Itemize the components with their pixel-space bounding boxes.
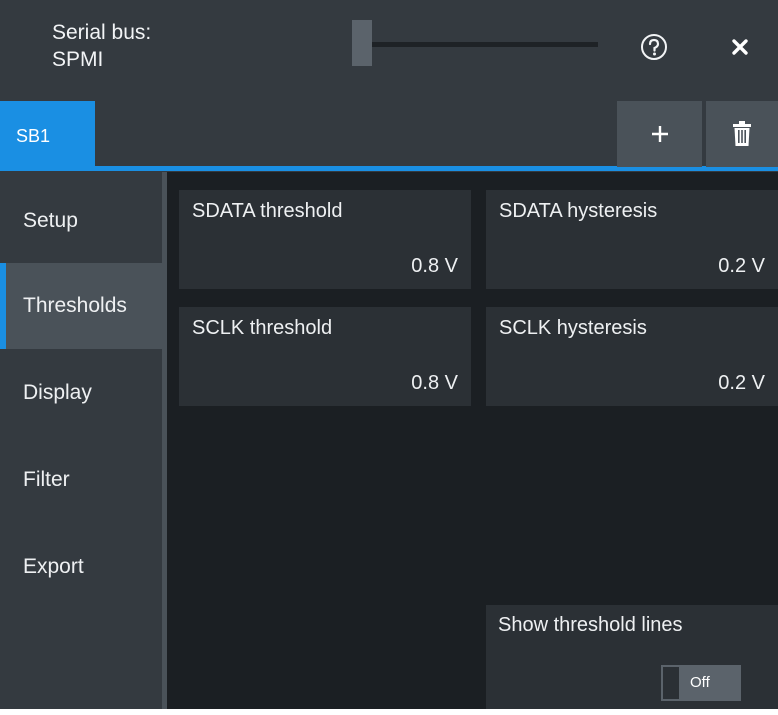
bottom-strip bbox=[0, 709, 778, 715]
sidebar-item-label: Thresholds bbox=[23, 294, 127, 317]
sidebar-item-label: Export bbox=[23, 555, 84, 578]
transparency-slider-track[interactable] bbox=[354, 42, 598, 47]
nav-divider bbox=[162, 172, 167, 709]
show-threshold-lines-label: Show threshold lines bbox=[498, 614, 683, 636]
sdata-threshold-field[interactable]: SDATA threshold 0.8 V bbox=[179, 190, 471, 289]
serial-bus-dialog: Serial bus: SPMI SB1 Setup Thresholds Di… bbox=[0, 0, 778, 715]
sidebar-item-filter[interactable]: Filter bbox=[0, 437, 162, 523]
sidebar-item-setup[interactable]: Setup bbox=[0, 178, 162, 264]
show-threshold-lines-toggle[interactable]: Off bbox=[661, 665, 741, 701]
add-bus-button[interactable] bbox=[617, 101, 702, 167]
sidebar-item-thresholds[interactable]: Thresholds bbox=[0, 263, 162, 349]
transparency-slider-handle[interactable] bbox=[352, 20, 372, 66]
sdata-hysteresis-value: 0.2 V bbox=[718, 255, 765, 277]
toggle-thumb bbox=[661, 665, 681, 701]
dialog-title-line2: SPMI bbox=[52, 48, 104, 71]
sdata-hysteresis-field[interactable]: SDATA hysteresis 0.2 V bbox=[486, 190, 778, 289]
close-icon[interactable] bbox=[725, 32, 755, 62]
plus-icon bbox=[651, 126, 668, 142]
dialog-title: Serial bus: SPMI bbox=[52, 19, 151, 73]
sdata-threshold-label: SDATA threshold bbox=[192, 200, 343, 222]
sclk-hysteresis-field[interactable]: SCLK hysteresis 0.2 V bbox=[486, 307, 778, 406]
tab-sb1-label: SB1 bbox=[16, 125, 51, 146]
sdata-hysteresis-label: SDATA hysteresis bbox=[499, 200, 658, 222]
sidebar-item-label: Filter bbox=[23, 468, 70, 491]
help-icon[interactable] bbox=[639, 32, 669, 62]
sclk-threshold-value: 0.8 V bbox=[411, 372, 458, 394]
dialog-header: Serial bus: SPMI bbox=[0, 0, 778, 101]
toggle-state-text: Off bbox=[690, 674, 710, 691]
sclk-threshold-field[interactable]: SCLK threshold 0.8 V bbox=[179, 307, 471, 406]
sdata-threshold-value: 0.8 V bbox=[411, 255, 458, 277]
trash-icon bbox=[733, 121, 751, 146]
sclk-threshold-label: SCLK threshold bbox=[192, 317, 333, 339]
sidebar-item-label: Display bbox=[23, 381, 92, 404]
tab-sb1[interactable]: SB1 bbox=[0, 101, 95, 171]
sclk-hysteresis-label: SCLK hysteresis bbox=[499, 317, 647, 339]
dialog-title-line1: Serial bus: bbox=[52, 21, 152, 44]
delete-bus-button[interactable] bbox=[706, 101, 778, 167]
sclk-hysteresis-value: 0.2 V bbox=[718, 372, 765, 394]
sidebar-item-display[interactable]: Display bbox=[0, 350, 162, 436]
show-threshold-lines-box: Show threshold lines Off bbox=[486, 605, 778, 709]
sidebar-item-label: Setup bbox=[23, 209, 78, 232]
sidebar-item-export[interactable]: Export bbox=[0, 524, 162, 610]
